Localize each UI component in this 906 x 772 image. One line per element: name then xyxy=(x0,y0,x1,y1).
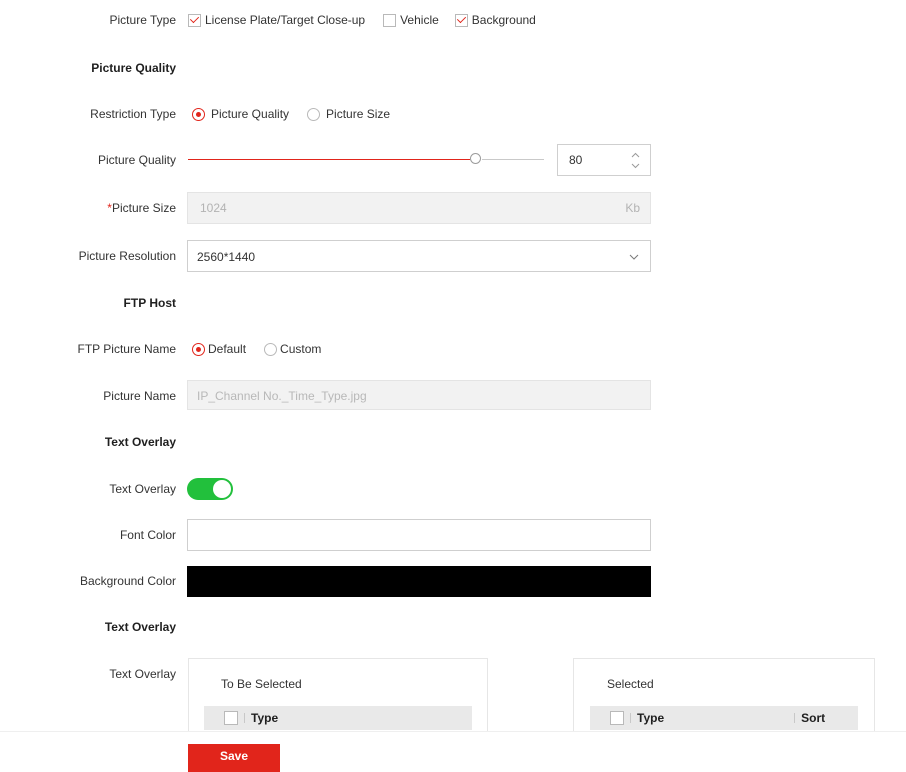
selected-table-header: Type Sort xyxy=(590,706,858,730)
slider-track-empty[interactable] xyxy=(482,159,544,160)
slider-handle[interactable] xyxy=(470,153,481,164)
picture-name-placeholder: IP_Channel No._Time_Type.jpg xyxy=(197,389,367,403)
radio-selected[interactable] xyxy=(192,107,205,121)
picture-name-input[interactable]: IP_Channel No._Time_Type.jpg xyxy=(187,380,651,410)
picture-type-option-label: Vehicle xyxy=(400,13,439,27)
picture-quality-label: Picture Quality xyxy=(97,153,176,167)
picture-type-label: Picture Type xyxy=(109,13,176,27)
background-color-label: Background Color xyxy=(79,574,176,588)
picture-type-option-label: Background xyxy=(471,13,536,27)
checkbox-checked[interactable] xyxy=(454,13,468,27)
column-header-sort: Sort xyxy=(801,711,826,725)
chevron-down-icon xyxy=(629,254,639,260)
selected-title: Selected xyxy=(607,677,654,691)
select-all-checkbox[interactable] xyxy=(610,711,624,725)
picture-quality-value: 80 xyxy=(569,153,583,167)
section-title-ftp-host: FTP Host xyxy=(123,296,176,310)
footer-bar xyxy=(0,731,906,769)
picture-name-label: Picture Name xyxy=(103,389,176,403)
ftp-picture-name-options: Default Custom xyxy=(192,341,339,357)
restriction-type-options: Picture Quality Picture Size xyxy=(192,106,408,122)
restriction-type-option-label: Picture Size xyxy=(326,107,391,121)
picture-type-option-vehicle[interactable]: Vehicle xyxy=(383,12,439,28)
picture-type-option-background[interactable]: Background xyxy=(454,12,536,28)
text-overlay-list-label: Text Overlay xyxy=(109,667,176,681)
column-header-type: Type xyxy=(251,711,279,725)
checkbox-checked[interactable] xyxy=(188,13,201,27)
restriction-type-label: Restriction Type xyxy=(90,107,176,121)
font-color-swatch[interactable] xyxy=(187,519,651,551)
section-title-text-overlay-list: Text Overlay xyxy=(104,620,176,634)
stepper-arrows-icon[interactable] xyxy=(631,152,640,169)
ftp-picture-name-option-label: Custom xyxy=(280,342,322,356)
picture-type-options: License Plate/Target Close-up Vehicle Ba… xyxy=(188,12,552,28)
to-be-selected-table-header: Type xyxy=(204,706,472,730)
text-overlay-toggle[interactable] xyxy=(187,478,233,500)
section-title-picture-quality: Picture Quality xyxy=(91,61,176,75)
to-be-selected-title: To Be Selected xyxy=(221,677,302,691)
radio-unselected[interactable] xyxy=(307,107,321,121)
footer-divider xyxy=(0,731,906,732)
toggle-knob xyxy=(213,480,231,498)
font-color-label: Font Color xyxy=(119,528,176,542)
save-button[interactable]: Save xyxy=(188,744,280,772)
radio-selected[interactable] xyxy=(192,342,205,356)
background-color-swatch[interactable] xyxy=(187,566,651,597)
column-divider xyxy=(630,713,631,723)
restriction-type-option-size[interactable]: Picture Size xyxy=(307,106,390,122)
picture-size-label: *Picture Size xyxy=(107,200,176,216)
picture-size-input[interactable]: 1024 Kb xyxy=(187,192,651,224)
checkbox-unchecked[interactable] xyxy=(383,13,397,27)
ftp-picture-name-label: FTP Picture Name xyxy=(77,342,176,356)
column-divider xyxy=(244,713,245,723)
picture-resolution-value: 2560*1440 xyxy=(197,250,256,264)
picture-type-option-license-plate[interactable]: License Plate/Target Close-up xyxy=(188,12,365,28)
column-header-type: Type xyxy=(637,711,665,725)
slider-track-filled[interactable] xyxy=(188,159,470,160)
ftp-picture-name-option-default[interactable]: Default xyxy=(192,341,246,357)
picture-size-value: 1024 xyxy=(200,201,227,215)
picture-resolution-select[interactable]: 2560*1440 xyxy=(187,240,651,272)
ftp-picture-name-option-label: Default xyxy=(208,342,247,356)
picture-size-label-text: Picture Size xyxy=(111,201,176,215)
restriction-type-option-quality[interactable]: Picture Quality xyxy=(192,106,289,122)
section-title-text-overlay: Text Overlay xyxy=(104,435,176,449)
select-all-checkbox[interactable] xyxy=(224,711,238,725)
ftp-picture-name-option-custom[interactable]: Custom xyxy=(264,341,321,357)
text-overlay-toggle-label: Text Overlay xyxy=(109,482,176,496)
column-divider xyxy=(794,713,796,723)
picture-size-unit: Kb xyxy=(625,201,640,215)
picture-quality-stepper[interactable]: 80 xyxy=(557,144,651,176)
radio-unselected[interactable] xyxy=(264,342,278,356)
picture-type-option-label: License Plate/Target Close-up xyxy=(205,13,366,27)
restriction-type-option-label: Picture Quality xyxy=(211,107,290,121)
picture-resolution-label: Picture Resolution xyxy=(78,249,176,263)
